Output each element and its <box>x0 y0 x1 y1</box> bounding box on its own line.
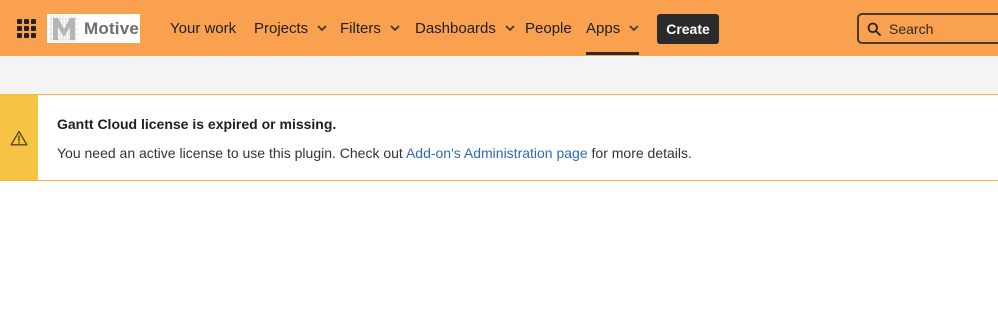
search-input[interactable]: Search <box>857 13 998 44</box>
page-header-band <box>0 56 998 94</box>
nav-people-label: People <box>525 19 572 37</box>
license-warning-banner: Gantt Cloud license is expired or missin… <box>0 94 998 181</box>
nav-projects-label: Projects <box>254 19 309 37</box>
nav-your-work[interactable]: Your work <box>170 0 236 56</box>
app-switcher-icon[interactable] <box>15 17 37 39</box>
nav-your-work-label: Your work <box>170 19 237 37</box>
nav-apps-label: Apps <box>586 19 621 37</box>
alert-message: You need an active license to use this p… <box>57 145 692 161</box>
nav-dashboards[interactable]: Dashboards <box>415 0 515 56</box>
chevron-down-icon <box>317 25 327 31</box>
nav-apps[interactable]: Apps <box>586 0 639 56</box>
logo[interactable]: Motive <box>47 14 140 43</box>
chevron-down-icon <box>505 25 515 31</box>
alert-title: Gantt Cloud license is expired or missin… <box>57 116 337 132</box>
warning-stripe <box>0 95 38 180</box>
alert-message-after: for more details. <box>587 145 692 161</box>
search-placeholder: Search <box>889 20 934 37</box>
nav-projects[interactable]: Projects <box>254 0 327 56</box>
nav-people[interactable]: People <box>525 0 572 56</box>
addon-administration-link[interactable]: Add-on's Administration page <box>406 145 588 161</box>
chevron-down-icon <box>629 25 639 31</box>
chevron-down-icon <box>390 25 400 31</box>
top-navigation-bar: Motive Your work Projects Filters Dashbo… <box>0 0 998 56</box>
nav-dashboards-label: Dashboards <box>415 19 496 37</box>
motive-logo-mark-icon <box>49 15 79 42</box>
logo-text: Motive <box>84 18 140 38</box>
search-icon <box>867 22 881 36</box>
create-button[interactable]: Create <box>657 14 719 44</box>
warning-icon <box>10 130 28 145</box>
nav-filters[interactable]: Filters <box>340 0 400 56</box>
nav-filters-label: Filters <box>340 19 381 37</box>
alert-message-before: You need an active license to use this p… <box>57 145 406 161</box>
